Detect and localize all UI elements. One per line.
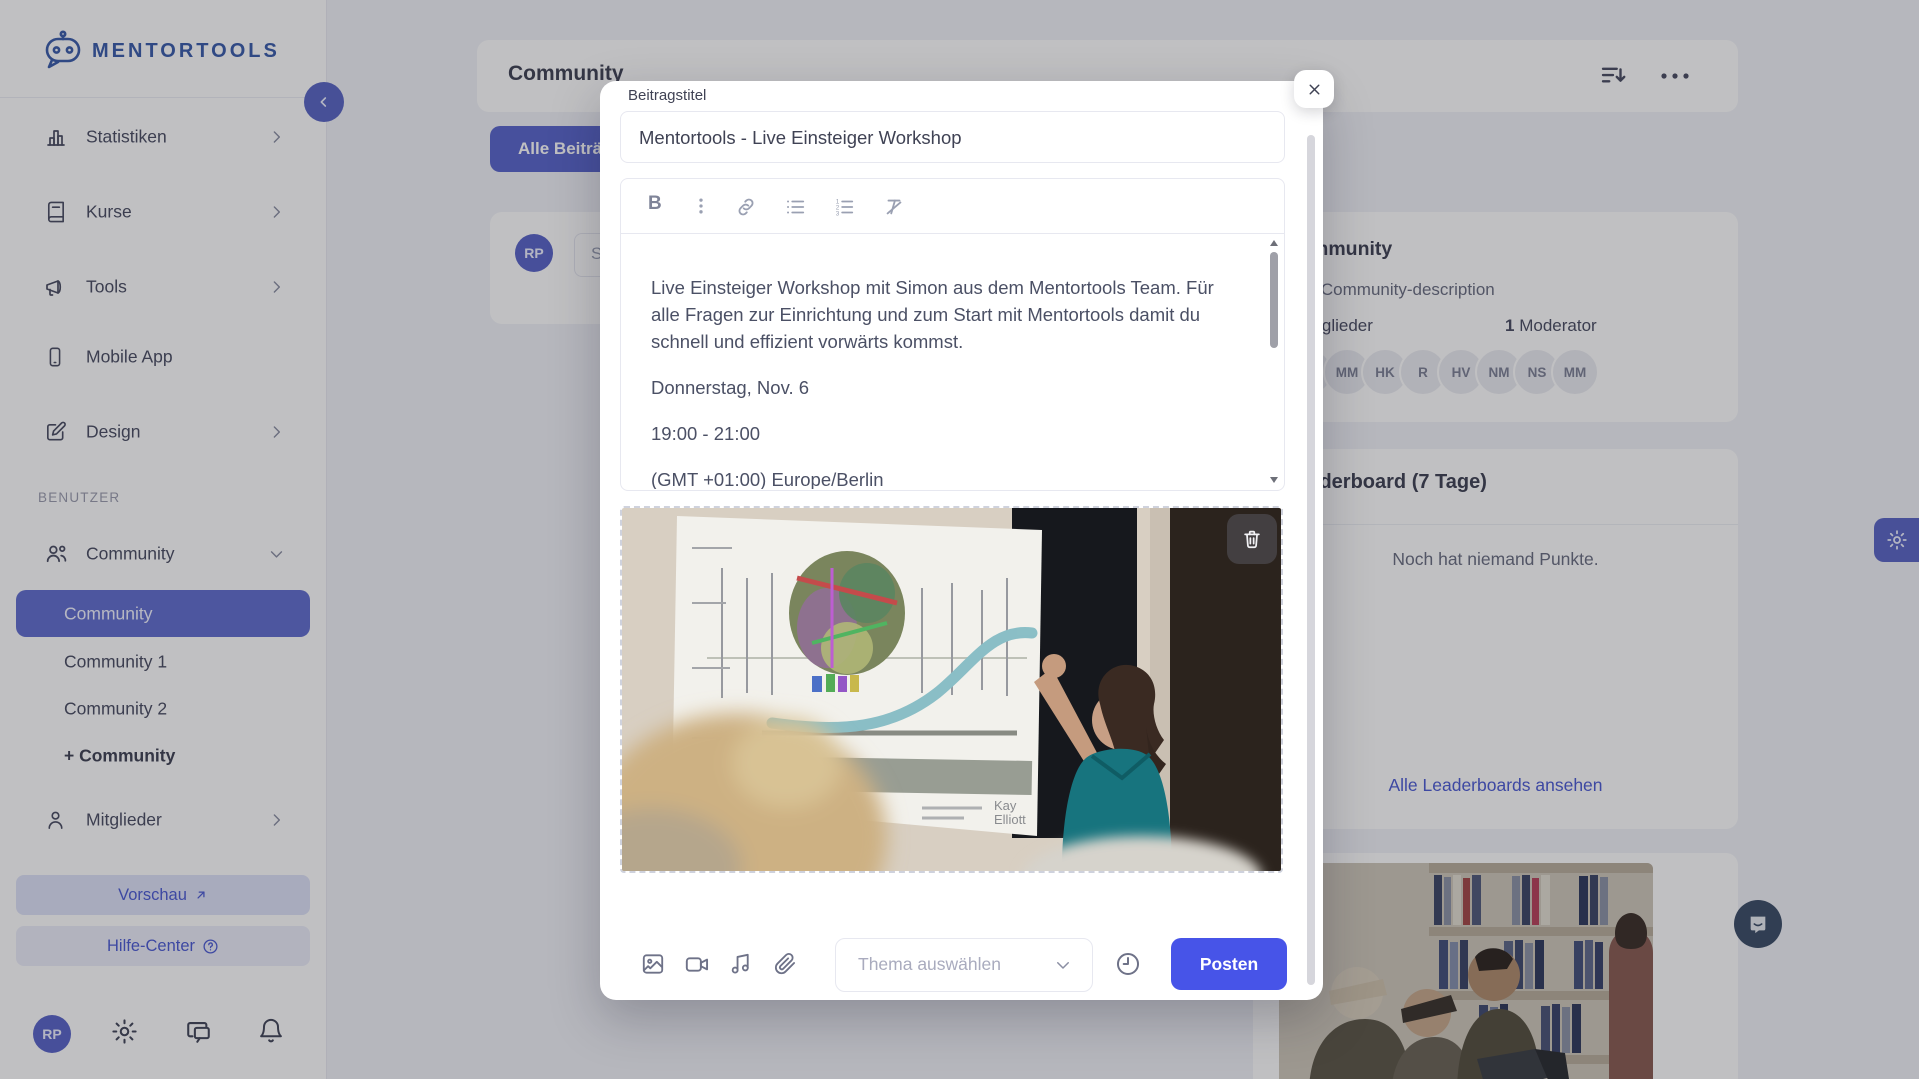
bold-icon[interactable]: B — [648, 193, 662, 215]
editor-scroll-thumb[interactable] — [1270, 252, 1278, 348]
music-icon[interactable] — [728, 951, 754, 977]
bullet-list-icon[interactable] — [784, 196, 806, 218]
modal-close-button[interactable] — [1294, 70, 1334, 108]
scroll-down-icon[interactable] — [1268, 475, 1280, 485]
clock-icon[interactable] — [1114, 950, 1142, 978]
post-title-field[interactable] — [620, 111, 1285, 163]
chevron-down-icon — [1054, 956, 1072, 974]
topic-select-placeholder: Thema auswählen — [858, 954, 1001, 975]
delete-image-button[interactable] — [1227, 514, 1277, 564]
editor-toolbar: B 123 — [621, 179, 1284, 234]
paperclip-icon[interactable] — [772, 951, 798, 977]
post-body-paragraph: Live Einsteiger Workshop mit Simon aus d… — [651, 274, 1238, 355]
rich-text-editor: B 123 Live Einsteiger — [620, 178, 1285, 491]
app-screen: MENTORTOOLS Statistiken Kurse Tools Mobi… — [0, 0, 1919, 1079]
close-icon — [1306, 81, 1323, 98]
workshop-photo: Kay Elliott — [622, 508, 1281, 871]
post-body-paragraph: (GMT +01:00) Europe/Berlin — [651, 466, 1238, 489]
video-icon[interactable] — [684, 951, 711, 978]
post-body-paragraph: Donnerstag, Nov. 6 — [651, 374, 1238, 401]
image-icon[interactable] — [640, 951, 666, 977]
ordered-list-icon[interactable]: 123 — [833, 196, 855, 218]
svg-text:Kay: Kay — [994, 798, 1017, 813]
topic-select[interactable]: Thema auswählen — [835, 938, 1093, 992]
clear-format-icon[interactable] — [883, 196, 905, 218]
post-title-label: Beitragstitel — [628, 87, 706, 104]
modal-scrollbar[interactable] — [1307, 135, 1315, 985]
editor-content[interactable]: Live Einsteiger Workshop mit Simon aus d… — [621, 234, 1284, 489]
post-body-paragraph: 19:00 - 21:00 — [651, 420, 1238, 447]
scroll-up-icon[interactable] — [1268, 238, 1280, 248]
editor-scrollbar[interactable] — [1268, 238, 1280, 485]
svg-text:3: 3 — [836, 210, 840, 217]
post-attached-image: Kay Elliott — [620, 506, 1283, 873]
post-submit-button[interactable]: Posten — [1171, 938, 1287, 990]
svg-text:Elliott: Elliott — [994, 812, 1026, 827]
trash-icon — [1241, 528, 1263, 550]
link-icon[interactable] — [735, 196, 757, 218]
more-vertical-icon[interactable] — [691, 196, 711, 216]
create-post-modal: Beitragstitel B 123 — [600, 81, 1323, 1000]
post-title-input[interactable] — [637, 112, 1261, 164]
